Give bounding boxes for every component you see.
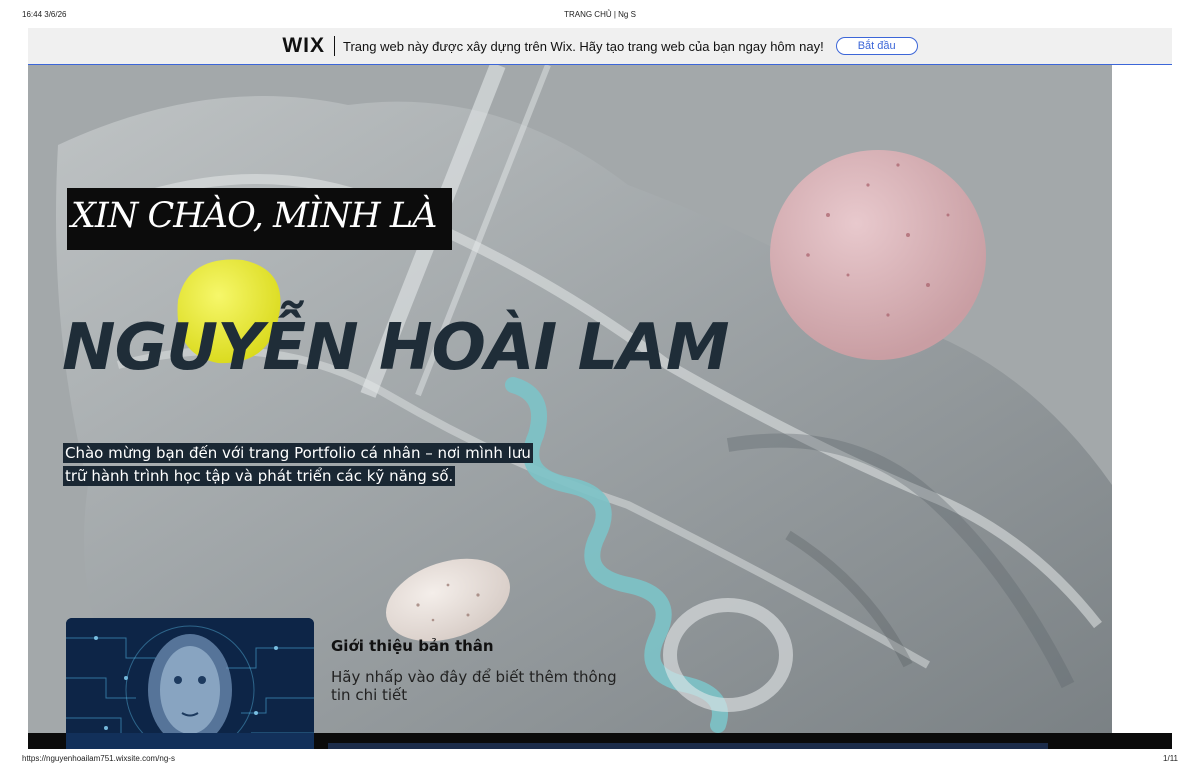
banner-message: Trang web này được xây dựng trên Wix. Hã… xyxy=(342,38,824,54)
start-button[interactable]: Bắt đầu xyxy=(835,37,918,55)
print-header: 16:44 3/6/26 TRANG CHỦ | Ng S xyxy=(0,0,1200,22)
ai-face-circuit-image-icon xyxy=(66,618,314,733)
print-footer: https://nguyenhoailam751.wixsite.com/ng-… xyxy=(0,752,1200,768)
print-page-title: TRANG CHỦ | Ng S xyxy=(564,10,636,19)
hero-section: XIN CHÀO, MÌNH LÀ NGUYỄN HOÀI LAM Chào m… xyxy=(28,65,1112,733)
about-card-description[interactable]: Hãy nhấp vào đây để biết thêm thông tin … xyxy=(331,668,621,704)
about-card-image[interactable] xyxy=(66,618,314,733)
next-section-band xyxy=(328,743,1048,749)
card-image-overflow xyxy=(66,733,314,749)
print-page-number: 1/11 xyxy=(1163,754,1178,763)
name-heading: NGUYỄN HOÀI LAM xyxy=(62,311,730,385)
wix-logo[interactable]: WIX xyxy=(282,34,325,58)
wix-promo-banner: WIX Trang web này được xây dựng trên Wix… xyxy=(28,28,1172,65)
intro-line-2: trữ hành trình học tập và phát triển các… xyxy=(63,466,456,486)
about-card-title[interactable]: Giới thiệu bản thân xyxy=(331,637,494,655)
intro-line-1: Chào mừng bạn đến với trang Portfolio cá… xyxy=(63,443,533,463)
next-section-strip xyxy=(28,733,1172,749)
intro-text: Chào mừng bạn đến với trang Portfolio cá… xyxy=(63,442,543,488)
print-url: https://nguyenhoailam751.wixsite.com/ng-… xyxy=(22,754,175,763)
banner-divider xyxy=(333,36,335,56)
greeting-heading: XIN CHÀO, MÌNH LÀ xyxy=(67,188,452,250)
